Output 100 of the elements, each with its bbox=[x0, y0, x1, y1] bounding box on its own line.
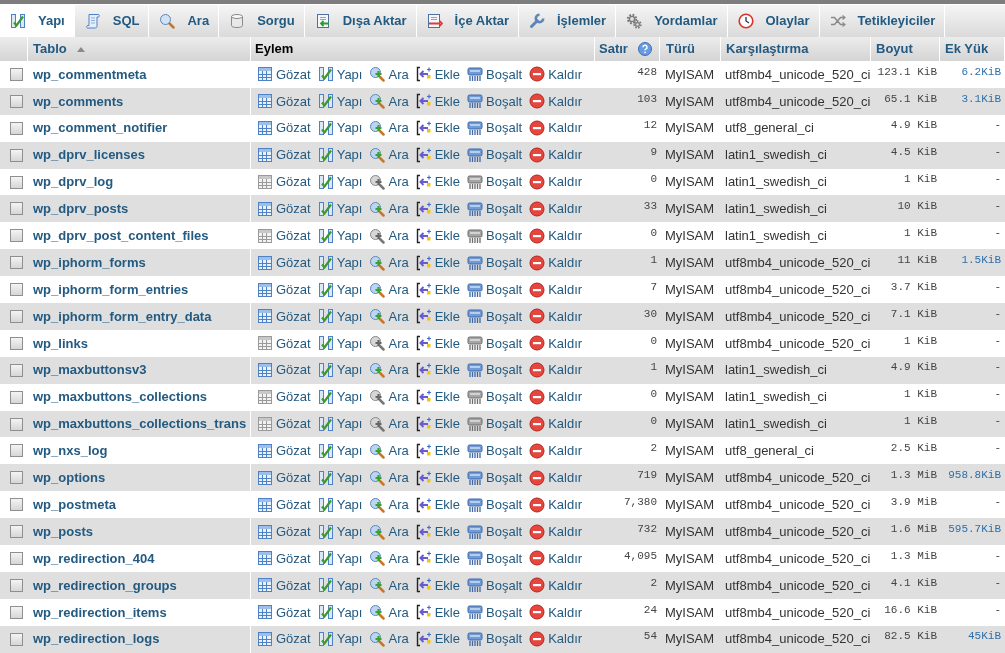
table-name-link[interactable]: wp_nxs_log bbox=[33, 441, 108, 461]
drop-link[interactable]: Kaldır bbox=[529, 306, 583, 327]
empty-table-link[interactable]: Boşalt bbox=[467, 199, 523, 219]
row-checkbox[interactable] bbox=[10, 417, 23, 431]
row-checkbox[interactable] bbox=[10, 229, 23, 243]
row-checkbox[interactable] bbox=[10, 94, 23, 108]
browse-link[interactable]: Gözat bbox=[257, 199, 311, 219]
search-link[interactable]: Ara bbox=[369, 306, 409, 327]
search-link[interactable]: Ara bbox=[369, 118, 409, 138]
table-name-link[interactable]: wp_postmeta bbox=[33, 494, 117, 515]
structure-link[interactable]: Yapı bbox=[317, 602, 363, 622]
structure-link[interactable]: Yapı bbox=[317, 387, 363, 407]
drop-link[interactable]: Kaldır bbox=[529, 575, 583, 596]
insert-link[interactable]: Ekle bbox=[415, 226, 460, 246]
row-checkbox[interactable] bbox=[10, 175, 23, 189]
structure-link[interactable]: Yapı bbox=[317, 575, 363, 596]
table-name-link[interactable]: wp_dprv_posts bbox=[33, 199, 129, 219]
structure-link[interactable]: Yapı bbox=[317, 629, 363, 649]
search-link[interactable]: Ara bbox=[369, 333, 409, 354]
empty-table-link[interactable]: Boşalt bbox=[467, 252, 523, 273]
structure-link[interactable]: Yapı bbox=[317, 252, 363, 273]
drop-link[interactable]: Kaldır bbox=[529, 414, 583, 434]
search-link[interactable]: Ara bbox=[369, 521, 409, 542]
browse-link[interactable]: Gözat bbox=[257, 91, 311, 112]
drop-link[interactable]: Kaldır bbox=[529, 360, 583, 380]
row-checkbox[interactable] bbox=[10, 605, 23, 619]
insert-link[interactable]: Ekle bbox=[415, 575, 460, 596]
empty-table-link[interactable]: Boşalt bbox=[467, 91, 523, 112]
browse-link[interactable]: Gözat bbox=[257, 414, 311, 434]
empty-table-link[interactable]: Boşalt bbox=[467, 64, 523, 85]
structure-link[interactable]: Yapı bbox=[317, 91, 363, 112]
insert-link[interactable]: Ekle bbox=[415, 414, 460, 434]
structure-link[interactable]: Yapı bbox=[317, 441, 363, 461]
browse-link[interactable]: Gözat bbox=[257, 521, 311, 542]
drop-link[interactable]: Kaldır bbox=[529, 602, 583, 622]
insert-link[interactable]: Ekle bbox=[415, 387, 460, 407]
overhead-link[interactable]: 595.7KiB bbox=[948, 520, 1001, 538]
drop-link[interactable]: Kaldır bbox=[529, 226, 583, 246]
empty-table-link[interactable]: Boşalt bbox=[467, 172, 523, 192]
row-checkbox[interactable] bbox=[10, 525, 23, 539]
drop-link[interactable]: Kaldır bbox=[529, 441, 583, 461]
structure-link[interactable]: Yapı bbox=[317, 521, 363, 542]
table-name-link[interactable]: wp_iphorm_form_entry_data bbox=[33, 306, 212, 327]
empty-table-link[interactable]: Boşalt bbox=[467, 468, 523, 488]
row-checkbox[interactable] bbox=[10, 283, 23, 297]
empty-table-link[interactable]: Boşalt bbox=[467, 387, 523, 407]
table-name-link[interactable]: wp_maxbuttons_collections bbox=[33, 387, 208, 407]
browse-link[interactable]: Gözat bbox=[257, 279, 311, 300]
browse-link[interactable]: Gözat bbox=[257, 64, 311, 85]
empty-table-link[interactable]: Boşalt bbox=[467, 279, 523, 300]
browse-link[interactable]: Gözat bbox=[257, 387, 311, 407]
browse-link[interactable]: Gözat bbox=[257, 629, 311, 649]
browse-link[interactable]: Gözat bbox=[257, 494, 311, 515]
table-name-link[interactable]: wp_dprv_licenses bbox=[33, 145, 145, 165]
drop-link[interactable]: Kaldır bbox=[529, 252, 583, 273]
empty-table-link[interactable]: Boşalt bbox=[467, 333, 523, 354]
table-name-link[interactable]: wp_redirection_logs bbox=[33, 629, 160, 649]
overhead-link[interactable]: 6.2KiB bbox=[961, 63, 1001, 81]
search-link[interactable]: Ara bbox=[369, 494, 409, 515]
table-name-link[interactable]: wp_redirection_groups bbox=[33, 575, 177, 596]
browse-link[interactable]: Gözat bbox=[257, 360, 311, 380]
table-name-link[interactable]: wp_dprv_post_content_files bbox=[33, 226, 209, 246]
search-link[interactable]: Ara bbox=[369, 602, 409, 622]
search-link[interactable]: Ara bbox=[369, 548, 409, 569]
table-name-link[interactable]: wp_redirection_items bbox=[33, 602, 167, 622]
search-link[interactable]: Ara bbox=[369, 226, 409, 246]
insert-link[interactable]: Ekle bbox=[415, 441, 460, 461]
drop-link[interactable]: Kaldır bbox=[529, 629, 583, 649]
row-checkbox[interactable] bbox=[10, 444, 23, 458]
browse-link[interactable]: Gözat bbox=[257, 575, 311, 596]
table-name-link[interactable]: wp_links bbox=[33, 333, 88, 354]
row-checkbox[interactable] bbox=[10, 390, 23, 404]
insert-link[interactable]: Ekle bbox=[415, 548, 460, 569]
tab[interactable]: Yapı bbox=[0, 5, 75, 37]
insert-link[interactable]: Ekle bbox=[415, 306, 460, 327]
insert-link[interactable]: Ekle bbox=[415, 172, 460, 192]
insert-link[interactable]: Ekle bbox=[415, 602, 460, 622]
structure-link[interactable]: Yapı bbox=[317, 494, 363, 515]
column-header-link[interactable]: Karşılaştırma bbox=[726, 39, 809, 59]
row-checkbox[interactable] bbox=[10, 121, 23, 135]
search-link[interactable]: Ara bbox=[369, 441, 409, 461]
overhead-link[interactable]: 1.5KiB bbox=[961, 251, 1001, 269]
structure-link[interactable]: Yapı bbox=[317, 279, 363, 300]
empty-table-link[interactable]: Boşalt bbox=[467, 602, 523, 622]
table-name-link[interactable]: wp_comments bbox=[33, 91, 124, 112]
table-name-link[interactable]: wp_redirection_404 bbox=[33, 548, 155, 569]
table-name-link[interactable]: wp_dprv_log bbox=[33, 172, 114, 192]
search-link[interactable]: Ara bbox=[369, 252, 409, 273]
column-header-link[interactable]: Türü bbox=[666, 39, 695, 59]
drop-link[interactable]: Kaldır bbox=[529, 548, 583, 569]
row-checkbox[interactable] bbox=[10, 309, 23, 323]
table-name-link[interactable]: wp_posts bbox=[33, 521, 93, 542]
structure-link[interactable]: Yapı bbox=[317, 118, 363, 138]
empty-table-link[interactable]: Boşalt bbox=[467, 441, 523, 461]
empty-table-link[interactable]: Boşalt bbox=[467, 575, 523, 596]
search-link[interactable]: Ara bbox=[369, 387, 409, 407]
column-header-link[interactable]: Tablo bbox=[33, 39, 67, 59]
browse-link[interactable]: Gözat bbox=[257, 118, 311, 138]
column-header-link[interactable]: Ek Yük bbox=[945, 39, 989, 59]
drop-link[interactable]: Kaldır bbox=[529, 91, 583, 112]
